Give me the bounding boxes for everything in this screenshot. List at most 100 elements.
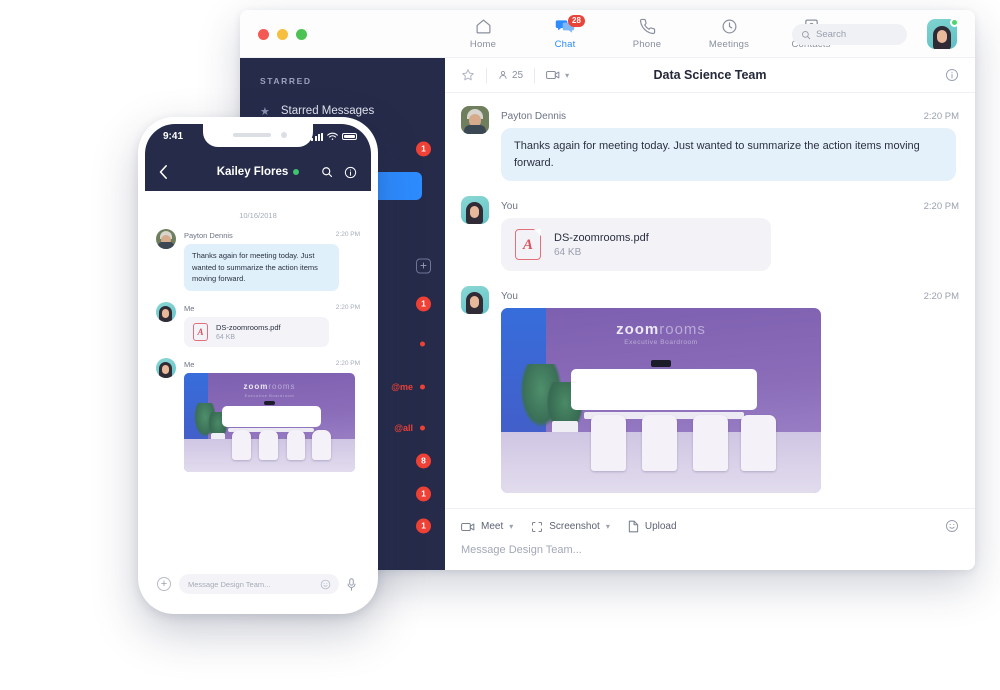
nav-item-home[interactable]: Home bbox=[455, 16, 511, 50]
sidebar-badge: 1 bbox=[416, 518, 431, 534]
phone-message-item: Me zoomrooms Executive Boardroom 2:20 PM bbox=[156, 357, 360, 472]
phone-screen: 9:41 Kailey Flores 10/16/2018 Payton Den… bbox=[145, 124, 371, 607]
date-divider: 10/16/2018 bbox=[239, 211, 277, 220]
sidebar-item-label: Starred Messages bbox=[280, 105, 375, 117]
avatar[interactable] bbox=[461, 196, 489, 224]
window-titlebar: Home 28 Chat Phone Meetings Search bbox=[240, 10, 975, 58]
close-window-button[interactable] bbox=[258, 29, 269, 40]
phone-message-sender: Payton Dennis bbox=[184, 231, 233, 240]
header-divider bbox=[534, 67, 536, 83]
phone-message-sender: Me bbox=[184, 303, 195, 313]
plus-icon[interactable]: + bbox=[157, 577, 171, 591]
sidebar-badge: 1 bbox=[416, 141, 431, 157]
file-size: 64 KB bbox=[554, 246, 582, 258]
image-watermark: zoomrooms bbox=[616, 320, 706, 338]
avatar[interactable] bbox=[156, 229, 176, 249]
search-icon bbox=[801, 30, 811, 40]
pdf-file-icon: A bbox=[515, 229, 541, 260]
sidebar-mention-label: @me bbox=[391, 382, 413, 392]
maximize-window-button[interactable] bbox=[296, 29, 307, 40]
upload-label: Upload bbox=[644, 521, 677, 532]
sidebar-badge: 1 bbox=[416, 486, 431, 502]
phone-message-timestamp: 2:20 PM bbox=[335, 231, 360, 238]
phone-navbar: Kailey Flores bbox=[145, 159, 371, 185]
chat-header: 25 ▾ Data Science Team bbox=[445, 58, 975, 93]
sidebar-mention-label: @all bbox=[394, 423, 413, 433]
nav-label-meetings: Meetings bbox=[708, 39, 750, 50]
phone-message-sender: Me bbox=[184, 359, 195, 369]
file-name: DS-zoomrooms.pdf bbox=[554, 231, 649, 244]
chat-unread-badge: 28 bbox=[568, 15, 585, 27]
phone-nav-actions bbox=[321, 166, 357, 179]
search-icon[interactable] bbox=[321, 166, 333, 178]
file-attachment[interactable]: A DS-zoomrooms.pdf 64 KB bbox=[501, 218, 771, 271]
phone-message-input[interactable]: Message Design Team... bbox=[179, 574, 339, 594]
microphone-icon[interactable] bbox=[347, 577, 359, 591]
nav-label-home: Home bbox=[469, 39, 497, 50]
file-name: DS-zoomrooms.pdf bbox=[216, 322, 281, 332]
star-outline-icon[interactable] bbox=[461, 68, 475, 82]
avatar[interactable] bbox=[461, 286, 489, 314]
emoji-icon[interactable] bbox=[945, 519, 959, 533]
nav-item-meetings[interactable]: Meetings bbox=[701, 16, 757, 50]
phone-message-body: Payton Dennis Thanks again for meeting t… bbox=[184, 229, 360, 291]
back-chevron-icon[interactable] bbox=[159, 165, 168, 179]
phone-file-attachment[interactable]: A DS-zoomrooms.pdf 64 KB bbox=[184, 316, 329, 347]
online-status-dot bbox=[293, 168, 300, 175]
phone-topbar: 9:41 Kailey Flores bbox=[145, 124, 371, 191]
screenshot-button[interactable]: Screenshot ▾ bbox=[531, 521, 610, 533]
meet-button[interactable]: Meet ▾ bbox=[461, 521, 513, 532]
star-icon: ★ bbox=[260, 105, 270, 118]
info-icon[interactable] bbox=[945, 68, 959, 82]
info-icon[interactable] bbox=[344, 166, 357, 179]
emoji-icon[interactable] bbox=[320, 579, 331, 590]
avatar-face bbox=[937, 30, 947, 43]
phone-mockup: 9:41 Kailey Flores 10/16/2018 Payton Den… bbox=[138, 117, 378, 614]
avatar[interactable] bbox=[156, 357, 176, 378]
header-divider bbox=[486, 67, 487, 83]
plus-icon[interactable]: + bbox=[416, 258, 431, 274]
message-item: You zoomrooms Executive Boardroom 2:20 P… bbox=[461, 286, 959, 493]
phone-status-time: 9:41 bbox=[163, 131, 184, 142]
search-placeholder: Search bbox=[816, 29, 847, 40]
avatar[interactable] bbox=[156, 301, 176, 322]
members-count[interactable]: 25 bbox=[498, 70, 523, 81]
image-watermark-subtitle: Executive Boardroom bbox=[244, 392, 295, 398]
avatar[interactable] bbox=[461, 106, 489, 134]
phone-message-timestamp: 2:20 PM bbox=[335, 359, 360, 367]
nav-item-phone[interactable]: Phone bbox=[619, 16, 675, 50]
message-input[interactable]: Message Design Team... bbox=[461, 544, 959, 556]
sidebar-badge: 1 bbox=[416, 296, 431, 312]
message-timestamp: 2:20 PM bbox=[923, 201, 959, 212]
phone-message-bubble: Thanks again for meeting today. Just wan… bbox=[184, 244, 339, 291]
sidebar-badge: 8 bbox=[416, 453, 431, 469]
home-icon bbox=[475, 16, 492, 36]
message-item: You A DS-zoomrooms.pdf 64 KB 2:20 PM bbox=[461, 196, 959, 271]
phone-message-timestamp: 2:20 PM bbox=[335, 303, 360, 311]
message-body: Payton Dennis Thanks again for meeting t… bbox=[501, 106, 959, 181]
composer-toolbar: Meet ▾ Screenshot ▾ Upload bbox=[461, 520, 959, 533]
sidebar-unread-dot bbox=[420, 384, 425, 390]
search-input[interactable]: Search bbox=[792, 24, 907, 45]
battery-icon bbox=[342, 133, 357, 140]
sidebar-unread-dot bbox=[420, 341, 425, 347]
wifi-icon bbox=[327, 132, 338, 141]
screenshot-icon bbox=[531, 521, 543, 533]
sidebar-unread-dot bbox=[420, 425, 425, 431]
message-list: Payton Dennis Thanks again for meeting t… bbox=[445, 93, 975, 508]
minimize-window-button[interactable] bbox=[277, 29, 288, 40]
clock-icon bbox=[721, 16, 738, 36]
window-traffic-lights bbox=[258, 29, 307, 40]
message-timestamp: 2:20 PM bbox=[923, 111, 959, 122]
message-timestamp: 2:20 PM bbox=[923, 291, 959, 302]
start-meeting-button[interactable]: ▾ bbox=[546, 70, 569, 80]
image-attachment-zoomrooms[interactable]: zoomrooms Executive Boardroom bbox=[501, 308, 821, 493]
phone-input-placeholder: Message Design Team... bbox=[188, 579, 271, 589]
upload-button[interactable]: Upload bbox=[628, 520, 677, 533]
screenshot-label: Screenshot bbox=[549, 521, 600, 532]
file-size: 64 KB bbox=[216, 333, 236, 341]
phone-image-attachment-zoomrooms[interactable]: zoomrooms Executive Boardroom bbox=[184, 372, 355, 472]
page-title: Data Science Team bbox=[653, 68, 767, 82]
phone-composer: + Message Design Team... bbox=[145, 561, 371, 607]
nav-item-chat[interactable]: 28 Chat bbox=[537, 15, 593, 50]
